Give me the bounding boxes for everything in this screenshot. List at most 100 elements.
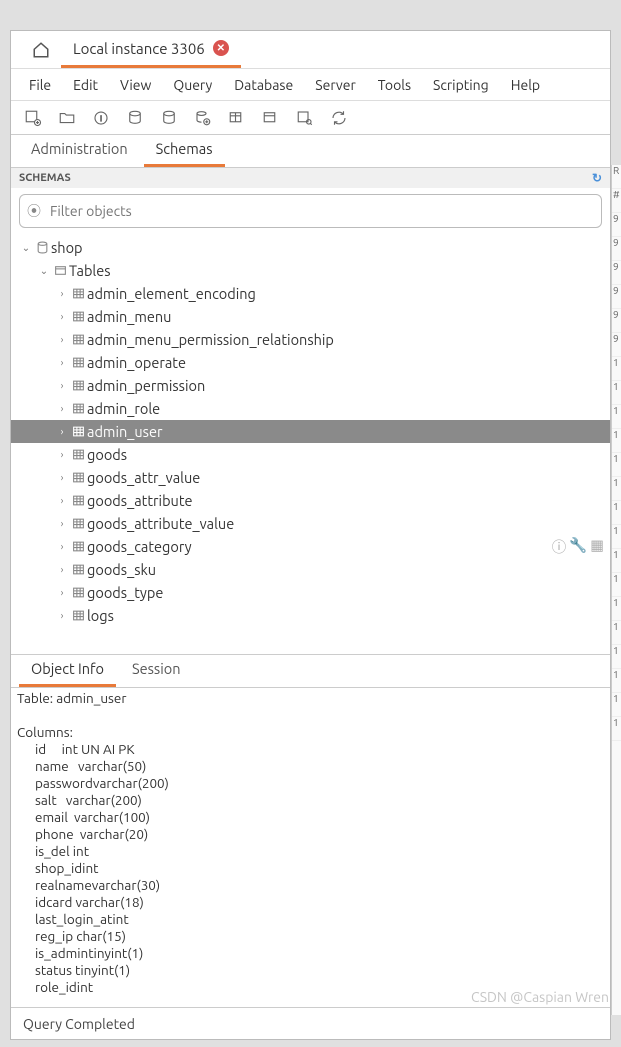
edge-cell: 1 xyxy=(612,573,621,597)
new-sql-tab-icon[interactable] xyxy=(19,109,47,127)
grid-icon[interactable]: ▦ xyxy=(590,536,604,557)
edge-cell: 9 xyxy=(612,213,621,237)
tree-label: admin_operate xyxy=(87,354,186,371)
tables-folder[interactable]: ⌄Tables xyxy=(11,259,610,282)
edge-cell: 1 xyxy=(612,405,621,429)
create-view-icon[interactable] xyxy=(257,109,285,127)
column-row: email varchar(100) xyxy=(17,809,604,826)
tab-administration[interactable]: Administration xyxy=(19,133,140,167)
column-row: status tinyint(1) xyxy=(17,962,604,979)
tab-schemas[interactable]: Schemas xyxy=(144,133,225,167)
table-node-goods_category[interactable]: ›goods_categoryⓘ🔧▦ xyxy=(11,535,610,558)
menu-bar: File Edit View Query Database Server Too… xyxy=(11,69,610,101)
tree-label: goods_attr_value xyxy=(87,469,200,486)
schema-navigator: SCHEMAS ↻ ⦿ ⌄shop⌄Tables›admin_element_e… xyxy=(11,168,610,1007)
edge-cell: 1 xyxy=(612,669,621,693)
connection-tab-active[interactable]: Local instance 3306 ✕ xyxy=(61,31,241,68)
object-info-panel: Table: admin_userColumns:id int UN AI PK… xyxy=(11,687,610,1007)
menu-help[interactable]: Help xyxy=(501,73,550,97)
data-export-icon[interactable] xyxy=(155,109,183,127)
edge-cell: 1 xyxy=(612,693,621,717)
menu-database[interactable]: Database xyxy=(224,73,303,97)
open-sql-icon[interactable] xyxy=(53,109,81,127)
search-table-icon[interactable] xyxy=(291,109,319,127)
edge-cell: 1 xyxy=(612,453,621,477)
home-icon[interactable] xyxy=(21,41,61,59)
menu-scripting[interactable]: Scripting xyxy=(423,73,499,97)
schema-node-shop[interactable]: ⌄shop xyxy=(11,236,610,259)
table-node-admin_operate[interactable]: ›admin_operate xyxy=(11,351,610,374)
info-tabs: Object Info Session xyxy=(11,654,610,687)
table-node-admin_element_encoding[interactable]: ›admin_element_encoding xyxy=(11,282,610,305)
table-node-admin_permission[interactable]: ›admin_permission xyxy=(11,374,610,397)
tree-label: goods_type xyxy=(87,584,163,601)
menu-query[interactable]: Query xyxy=(163,73,222,97)
table-node-goods_type[interactable]: ›goods_type xyxy=(11,581,610,604)
tab-object-info[interactable]: Object Info xyxy=(19,653,116,687)
table-node-goods_attribute[interactable]: ›goods_attribute xyxy=(11,489,610,512)
menu-tools[interactable]: Tools xyxy=(368,73,421,97)
status-text: Query Completed xyxy=(23,1016,135,1032)
connection-tabs: Local instance 3306 ✕ xyxy=(11,31,610,69)
menu-server[interactable]: Server xyxy=(305,73,366,97)
tree-label: admin_menu xyxy=(87,308,171,325)
edge-cell: 9 xyxy=(612,261,621,285)
svg-text:i: i xyxy=(100,115,102,123)
schemas-header-label: SCHEMAS xyxy=(19,172,71,184)
schemas-header: SCHEMAS ↻ xyxy=(11,168,610,188)
tab-session[interactable]: Session xyxy=(120,653,192,687)
edge-cell: 9 xyxy=(612,237,621,261)
tree-label: goods_attribute xyxy=(87,492,193,509)
column-row: phone varchar(20) xyxy=(17,826,604,843)
refresh-icon[interactable]: ↻ xyxy=(592,171,602,185)
filter-objects-input[interactable] xyxy=(19,194,602,228)
tree-label: admin_menu_permission_relationship xyxy=(87,331,334,348)
column-row: id int UN AI PK xyxy=(17,741,604,758)
data-import-icon[interactable] xyxy=(121,109,149,127)
column-row: shop_idint xyxy=(17,860,604,877)
edge-cell: 1 xyxy=(612,525,621,549)
right-content-edge: R#9999991111111111111111 xyxy=(611,165,621,1015)
table-node-logs[interactable]: ›logs xyxy=(11,604,610,627)
table-node-goods[interactable]: ›goods xyxy=(11,443,610,466)
menu-view[interactable]: View xyxy=(110,73,161,97)
create-table-icon[interactable] xyxy=(223,109,251,127)
connection-tab-label: Local instance 3306 xyxy=(73,40,205,57)
column-row: last_login_atint xyxy=(17,911,604,928)
table-node-admin_menu_permission_relationship[interactable]: ›admin_menu_permission_relationship xyxy=(11,328,610,351)
tree-label: goods_category xyxy=(87,538,192,555)
column-row: name varchar(50) xyxy=(17,758,604,775)
column-row: realnamevarchar(30) xyxy=(17,877,604,894)
tree-label: admin_user xyxy=(87,423,162,440)
edge-cell: 1 xyxy=(612,357,621,381)
edge-cell: 9 xyxy=(612,333,621,357)
reconnect-icon[interactable] xyxy=(325,109,353,127)
info-icon[interactable]: ⓘ xyxy=(552,536,567,557)
tree-label: admin_role xyxy=(87,400,160,417)
schema-tree[interactable]: ⌄shop⌄Tables›admin_element_encoding›admi… xyxy=(11,234,610,654)
tool-icon[interactable]: 🔧 xyxy=(569,536,587,557)
column-row: is_del int xyxy=(17,843,604,860)
close-icon[interactable]: ✕ xyxy=(213,40,229,56)
tree-label: goods xyxy=(87,446,127,463)
table-node-goods_attribute_value[interactable]: ›goods_attribute_value xyxy=(11,512,610,535)
edge-cell: 1 xyxy=(612,621,621,645)
menu-edit[interactable]: Edit xyxy=(63,73,108,97)
table-node-admin_role[interactable]: ›admin_role xyxy=(11,397,610,420)
tree-label: shop xyxy=(51,239,83,256)
menu-file[interactable]: File xyxy=(19,73,61,97)
inspector-icon[interactable]: i xyxy=(87,109,115,127)
columns-label: Columns: xyxy=(17,724,604,741)
table-node-goods_attr_value[interactable]: ›goods_attr_value xyxy=(11,466,610,489)
edge-cell: 1 xyxy=(612,549,621,573)
create-schema-icon[interactable] xyxy=(189,109,217,127)
tree-label: logs xyxy=(87,607,114,624)
status-bar: Query Completed xyxy=(11,1007,610,1039)
edge-cell: 1 xyxy=(612,717,621,741)
table-node-goods_sku[interactable]: ›goods_sku xyxy=(11,558,610,581)
table-node-admin_menu[interactable]: ›admin_menu xyxy=(11,305,610,328)
table-node-admin_user[interactable]: ›admin_user xyxy=(11,420,610,443)
column-row: salt varchar(200) xyxy=(17,792,604,809)
column-row: idcard varchar(18) xyxy=(17,894,604,911)
tree-label: goods_attribute_value xyxy=(87,515,234,532)
